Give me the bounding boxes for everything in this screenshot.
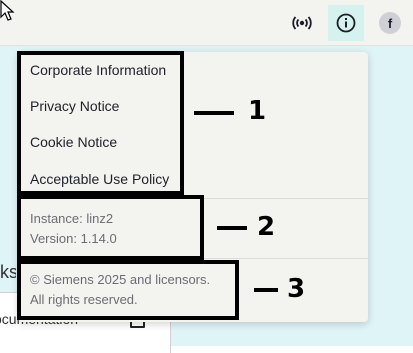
callout-number-1: 1 [248, 96, 267, 126]
broadcast-icon [292, 16, 312, 30]
info-button[interactable] [328, 5, 364, 41]
annotation-box-3 [17, 260, 239, 320]
info-icon [336, 13, 356, 33]
callout-line-1 [194, 111, 234, 115]
avatar: f [379, 12, 401, 34]
callout-line-3 [254, 288, 278, 292]
callout-number-2: 2 [257, 212, 276, 242]
callout-number-3: 3 [287, 274, 306, 304]
callout-line-2 [217, 226, 247, 230]
mouse-cursor-icon [0, 0, 15, 21]
broadcast-button[interactable] [284, 5, 320, 41]
user-menu-button[interactable]: f [372, 5, 408, 41]
annotation-box-2 [17, 195, 204, 260]
annotation-box-1 [17, 51, 184, 195]
background-heading-fragment: ks [0, 262, 16, 282]
